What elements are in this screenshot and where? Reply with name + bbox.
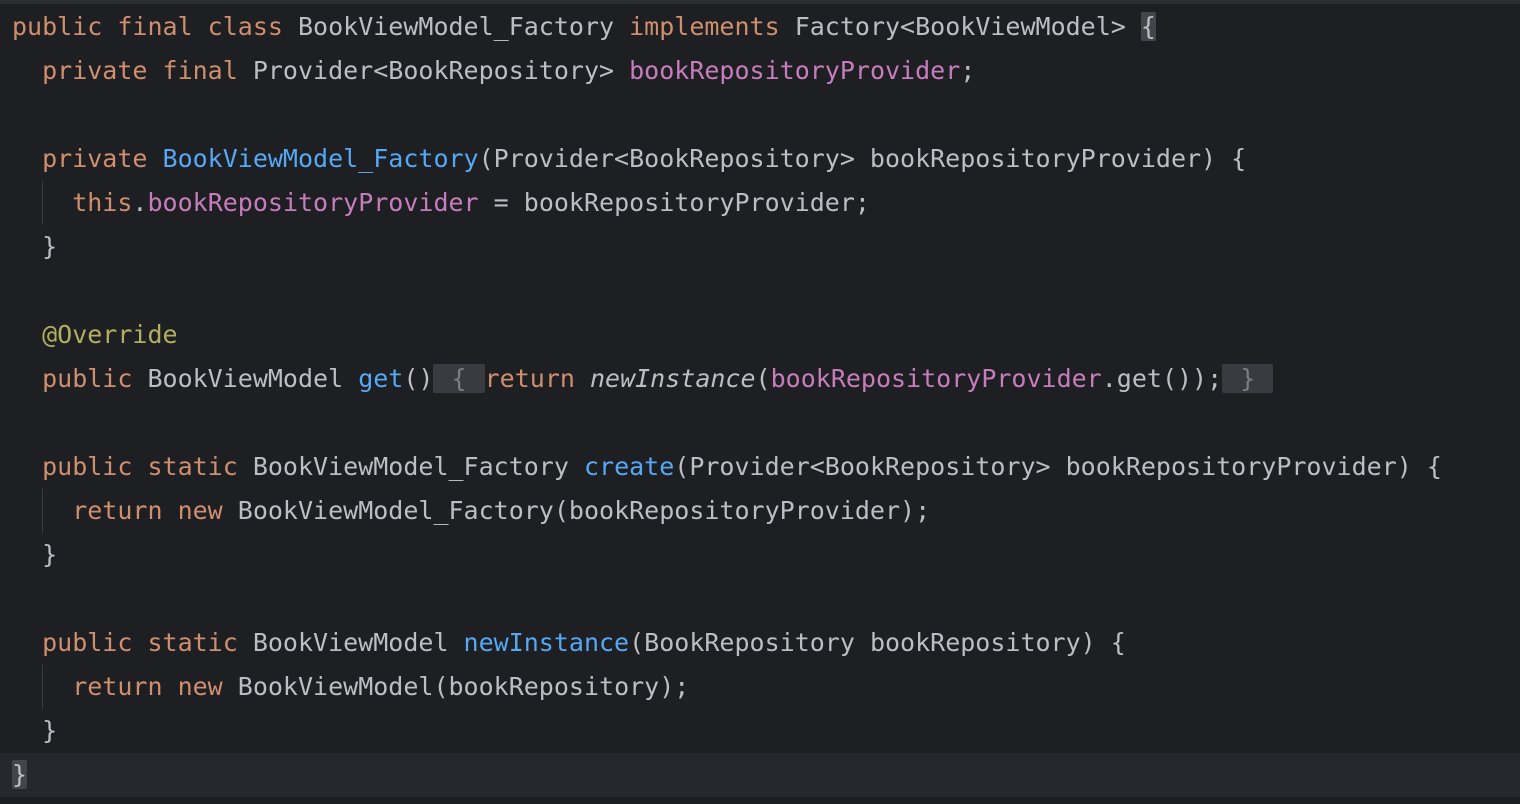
code-line[interactable]: } <box>12 533 1520 577</box>
code-token: BookViewModel_Factory <box>297 12 630 41</box>
code-line[interactable] <box>12 401 1520 445</box>
code-line[interactable]: } <box>12 709 1520 753</box>
code-token: } <box>12 232 58 261</box>
code-token: Factory<BookViewModel> <box>794 12 1141 41</box>
code-token: bookRepositoryProvider <box>147 188 479 217</box>
code-token: BookViewModel(bookRepository); <box>237 672 690 701</box>
code-line[interactable] <box>12 577 1520 621</box>
code-token: } <box>12 760 28 789</box>
code-token: implements <box>629 12 795 41</box>
code-token: BookViewModel_Factory <box>252 452 584 481</box>
indent-guide <box>42 489 43 533</box>
code-token: return new <box>12 672 238 701</box>
code-token: ( <box>755 364 771 393</box>
code-line[interactable]: this.bookRepositoryProvider = bookReposi… <box>12 181 1520 225</box>
code-token: private final <box>12 56 253 85</box>
code-token: Provider<BookRepository> <box>252 56 630 85</box>
code-line[interactable]: return new BookViewModel(bookRepository)… <box>12 665 1520 709</box>
code-token: BookViewModel <box>252 628 464 657</box>
code-token: BookViewModel <box>147 364 359 393</box>
code-token: bookRepositoryProvider <box>629 56 961 85</box>
code-token: public <box>12 364 148 393</box>
code-line[interactable]: public BookViewModel get() { return newI… <box>12 357 1520 401</box>
code-editor[interactable]: public final class BookViewModel_Factory… <box>0 0 1520 804</box>
code-token: newInstance <box>463 628 630 657</box>
code-token: = bookRepositoryProvider; <box>478 188 870 217</box>
code-token: @Override <box>12 320 178 349</box>
code-token: return new <box>12 496 238 525</box>
code-token: . <box>132 188 148 217</box>
code-line[interactable]: public final class BookViewModel_Factory… <box>12 5 1520 49</box>
code-area[interactable]: public final class BookViewModel_Factory… <box>0 5 1520 797</box>
code-token: return <box>484 364 590 393</box>
code-token: public final class <box>12 12 298 41</box>
indent-guide <box>42 181 43 225</box>
code-token: public static <box>12 452 253 481</box>
code-token: (BookRepository bookRepository) { <box>629 628 1126 657</box>
code-token: () <box>403 364 434 393</box>
code-token: } <box>12 540 58 569</box>
editor-top-border <box>0 0 1520 4</box>
code-token: get <box>358 364 404 393</box>
code-token: { <box>1140 12 1156 41</box>
code-line[interactable]: private final Provider<BookRepository> b… <box>12 49 1520 93</box>
code-token: (Provider<BookRepository> bookRepository… <box>478 144 1247 173</box>
code-line[interactable] <box>12 269 1520 313</box>
code-token: .get()); <box>1101 364 1223 393</box>
code-token: newInstance <box>589 364 756 393</box>
code-token: } <box>12 716 58 745</box>
code-line[interactable]: } <box>12 225 1520 269</box>
code-token: create <box>583 452 675 481</box>
code-token: public static <box>12 628 253 657</box>
code-token: (Provider<BookRepository> bookRepository… <box>674 452 1442 481</box>
code-token: BookViewModel_Factory <box>162 144 479 173</box>
code-line[interactable]: return new BookViewModel_Factory(bookRep… <box>12 489 1520 533</box>
indent-guide <box>42 665 43 709</box>
code-line[interactable]: @Override <box>12 313 1520 357</box>
folded-code-region[interactable]: } <box>1222 364 1274 393</box>
code-token: this <box>12 188 133 217</box>
code-line[interactable] <box>12 93 1520 137</box>
code-line[interactable]: public static BookViewModel_Factory crea… <box>12 445 1520 489</box>
code-token: ; <box>960 56 976 85</box>
code-token: bookRepositoryProvider <box>770 364 1102 393</box>
code-line[interactable]: public static BookViewModel newInstance(… <box>12 621 1520 665</box>
code-token: private <box>12 144 163 173</box>
code-line[interactable]: private BookViewModel_Factory(Provider<B… <box>12 137 1520 181</box>
folded-code-region[interactable]: { <box>433 364 485 393</box>
code-line[interactable]: } <box>0 753 1520 797</box>
code-token: BookViewModel_Factory(bookRepositoryProv… <box>237 496 931 525</box>
